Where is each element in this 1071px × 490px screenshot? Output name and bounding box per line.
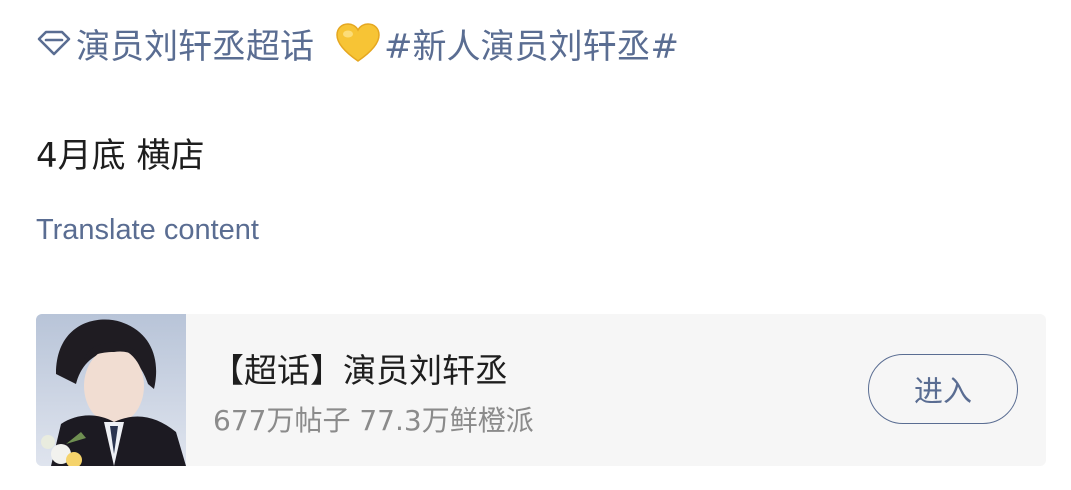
supertopic-link[interactable]: 演员刘轩丞超话 — [76, 19, 314, 68]
translate-content-link[interactable]: Translate content — [36, 214, 259, 247]
diamond-icon — [36, 28, 74, 58]
supertopic-card[interactable]: 【超话】演员刘轩丞 677万帖子 77.3万鲜橙派 进入 — [36, 314, 1046, 466]
hashtag-link[interactable]: #新人演员刘轩丞# — [384, 19, 679, 68]
supertopic-title: 【超话】演员刘轩丞 — [211, 351, 508, 390]
enter-button[interactable]: 进入 — [868, 354, 1018, 424]
supertopic-avatar-image — [36, 314, 186, 466]
yellow-heart-emoji — [336, 23, 380, 63]
post-topic-line: 演员刘轩丞超话 #新人演员刘轩丞# — [36, 18, 679, 68]
supertopic-stats: 677万帖子 77.3万鲜橙派 — [213, 404, 534, 437]
post-body-text: 4月底 横店 — [36, 136, 205, 176]
